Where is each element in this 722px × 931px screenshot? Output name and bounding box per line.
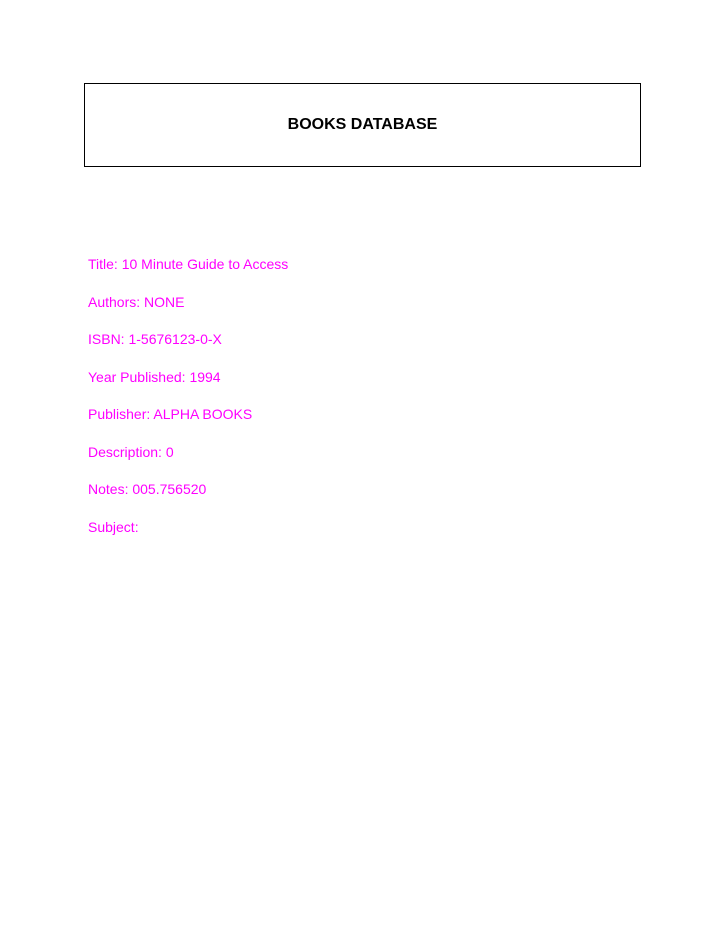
notes-field: Notes: 005.756520 bbox=[88, 481, 288, 497]
authors-field: Authors: NONE bbox=[88, 294, 288, 310]
publisher-field: Publisher: ALPHA BOOKS bbox=[88, 406, 288, 422]
title-label: Title: bbox=[88, 256, 118, 272]
book-record: Title: 10 Minute Guide to Access Authors… bbox=[88, 256, 288, 556]
title-value: 10 Minute Guide to Access bbox=[121, 256, 289, 272]
year-published-field: Year Published: 1994 bbox=[88, 369, 288, 385]
notes-label: Notes: bbox=[88, 481, 129, 497]
description-value: 0 bbox=[165, 443, 174, 460]
year-published-label: Year Published: bbox=[88, 368, 186, 385]
page-title: BOOKS DATABASE bbox=[287, 116, 438, 133]
subject-label: Subject: bbox=[88, 518, 139, 535]
isbn-field: ISBN: 1-5676123-0-X bbox=[88, 331, 288, 347]
header-box: BOOKS DATABASE bbox=[84, 83, 641, 167]
notes-value: 005.756520 bbox=[132, 481, 207, 497]
authors-label: Authors: bbox=[88, 293, 141, 310]
title-field: Title: 10 Minute Guide to Access bbox=[88, 256, 288, 272]
publisher-value: ALPHA BOOKS bbox=[153, 406, 253, 422]
isbn-value: 1-5676123-0-X bbox=[128, 331, 222, 347]
isbn-label: ISBN: bbox=[88, 331, 125, 347]
subject-field: Subject: bbox=[88, 519, 288, 535]
publisher-label: Publisher: bbox=[88, 406, 151, 422]
year-published-value: 1994 bbox=[189, 368, 221, 385]
description-field: Description: 0 bbox=[88, 444, 288, 460]
description-label: Description: bbox=[88, 443, 162, 460]
authors-value: NONE bbox=[144, 293, 185, 310]
